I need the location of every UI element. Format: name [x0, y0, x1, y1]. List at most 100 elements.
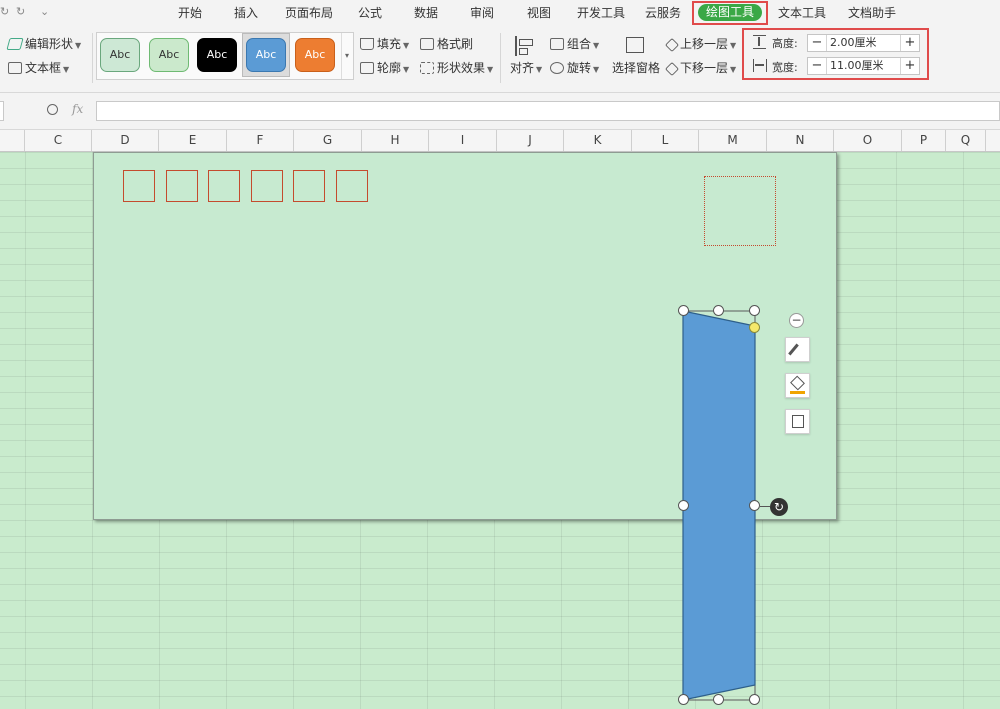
redo-icon[interactable]: ↻ [0, 5, 9, 18]
postcode-box[interactable] [293, 170, 325, 202]
shape-style-preset-1[interactable]: Abc [100, 38, 140, 72]
shape-effects-button[interactable]: 形状效果 ▼ [420, 59, 493, 77]
postcode-box[interactable] [208, 170, 240, 202]
fx-icon[interactable]: fx [72, 102, 83, 116]
collapse-toolbar-button[interactable]: − [789, 313, 804, 328]
paint-bucket-icon [790, 375, 805, 391]
redo-icon[interactable]: ↻ [16, 5, 25, 18]
shape-style-preset-5[interactable]: Abc [295, 38, 335, 72]
resize-handle-left[interactable] [678, 500, 689, 511]
formula-bar: fx [0, 93, 1000, 130]
tab-data[interactable]: 数据 [414, 5, 438, 21]
rotate-icon [550, 62, 564, 74]
column-header[interactable]: Q [946, 130, 986, 151]
shape-style-preset-2[interactable]: Abc [149, 38, 189, 72]
align-button[interactable]: 对齐 ▼ [508, 34, 542, 78]
column-header[interactable]: I [429, 130, 497, 151]
height-decrement-button[interactable]: − [808, 35, 827, 51]
format-painter-button[interactable]: 格式刷 [420, 35, 473, 53]
column-header[interactable]: H [362, 130, 429, 151]
resize-handle-bottom[interactable] [713, 694, 724, 705]
postcode-box[interactable] [336, 170, 368, 202]
send-backward-button[interactable]: 下移一层 ▼ [664, 59, 736, 77]
tab-cloud-service[interactable]: 云服务 [645, 5, 681, 21]
height-label: 高度: [772, 37, 798, 50]
caret-down-icon: ▼ [63, 65, 70, 74]
tab-formulas[interactable]: 公式 [358, 5, 382, 21]
column-header[interactable]: E [159, 130, 227, 151]
rotate-handle-icon[interactable]: ↻ [770, 498, 788, 516]
caret-down-icon: ▼ [730, 41, 737, 50]
name-box-edge[interactable] [0, 101, 4, 121]
postcode-box[interactable] [166, 170, 198, 202]
width-stepper[interactable]: − 11.00厘米 + [807, 57, 920, 75]
fill-color-button[interactable] [785, 373, 810, 398]
tab-page-layout[interactable]: 页面布局 [285, 5, 333, 21]
stamp-box[interactable] [704, 176, 776, 246]
tab-review[interactable]: 审阅 [470, 5, 494, 21]
shape-style-preset-3[interactable]: Abc [197, 38, 237, 72]
shape-effects-icon [420, 62, 434, 74]
height-input[interactable]: 2.00厘米 [830, 35, 900, 51]
column-header[interactable]: G [294, 130, 362, 151]
width-increment-button[interactable]: + [900, 58, 919, 74]
height-increment-button[interactable]: + [900, 35, 919, 51]
style-gallery-scroll[interactable]: ▾ [341, 33, 352, 79]
column-header[interactable]: O [834, 130, 902, 151]
width-input[interactable]: 11.00厘米 [830, 58, 900, 74]
column-header[interactable]: L [632, 130, 699, 151]
edit-shape-button[interactable]: 编辑形状 ▼ [6, 35, 81, 53]
selection-pane-button[interactable]: 选择窗格 [610, 34, 660, 78]
column-header-edge [0, 130, 25, 151]
column-header-row: C D E F G H I J K L M N O P Q [0, 130, 1000, 152]
height-stepper[interactable]: − 2.00厘米 + [807, 34, 920, 52]
group-button[interactable]: 组合 ▼ [550, 35, 599, 53]
tab-insert[interactable]: 插入 [234, 5, 258, 21]
column-header[interactable]: F [227, 130, 294, 151]
postcode-box[interactable] [251, 170, 283, 202]
zoom-icon[interactable] [47, 104, 58, 115]
resize-handle-bottom-left[interactable] [678, 694, 689, 705]
formula-input[interactable] [96, 101, 1000, 121]
caret-down-icon: ▼ [536, 65, 543, 74]
column-header[interactable]: M [699, 130, 767, 151]
shape-style-preset-4[interactable]: Abc [246, 38, 286, 72]
resize-handle-top-left[interactable] [678, 305, 689, 316]
ribbon-tab-bar: ↻ ↻ ⌄ 开始 插入 页面布局 公式 数据 审阅 视图 开发工具 云服务 绘图… [0, 0, 1000, 26]
width-decrement-button[interactable]: − [808, 58, 827, 74]
trapezoid-fill[interactable] [682, 310, 756, 701]
adjust-handle[interactable] [749, 322, 760, 333]
column-header[interactable]: C [25, 130, 92, 151]
tab-view[interactable]: 视图 [527, 5, 551, 21]
tab-home[interactable]: 开始 [178, 5, 202, 21]
column-header[interactable]: K [564, 130, 632, 151]
column-header[interactable]: P [902, 130, 946, 151]
textbox-icon [8, 62, 22, 74]
outline-pen-button[interactable] [785, 337, 810, 362]
fill-button[interactable]: 填充 ▼ [360, 35, 409, 53]
column-header[interactable]: D [92, 130, 159, 151]
rotate-button[interactable]: 旋转 ▼ [550, 59, 599, 77]
column-header[interactable]: N [767, 130, 834, 151]
postcode-box[interactable] [123, 170, 155, 202]
tab-drawing-tools[interactable]: 绘图工具 [698, 4, 762, 21]
tab-document-assistant[interactable]: 文档助手 [848, 5, 896, 21]
outline-button[interactable]: 轮廓 ▼ [360, 59, 409, 77]
resize-handle-right[interactable] [749, 500, 760, 511]
resize-handle-bottom-right[interactable] [749, 694, 760, 705]
textbox-button[interactable]: 文本框 ▼ [8, 59, 69, 77]
send-backward-icon [664, 61, 680, 77]
ribbon: ↻ ↻ ⌄ 开始 插入 页面布局 公式 数据 审阅 视图 开发工具 云服务 绘图… [0, 0, 1000, 93]
resize-handle-top-right[interactable] [749, 305, 760, 316]
tab-text-tools[interactable]: 文本工具 [778, 5, 826, 21]
align-icon [515, 36, 535, 56]
tab-developer[interactable]: 开发工具 [577, 5, 625, 21]
bring-forward-button[interactable]: 上移一层 ▼ [664, 35, 737, 53]
caret-down-icon: ▼ [487, 65, 494, 74]
column-header[interactable]: J [497, 130, 564, 151]
pen-icon [788, 343, 799, 356]
chevron-down-icon[interactable]: ⌄ [40, 5, 49, 18]
resize-handle-top[interactable] [713, 305, 724, 316]
shape-effect-button[interactable] [785, 409, 810, 434]
paint-bucket-icon [360, 38, 374, 50]
